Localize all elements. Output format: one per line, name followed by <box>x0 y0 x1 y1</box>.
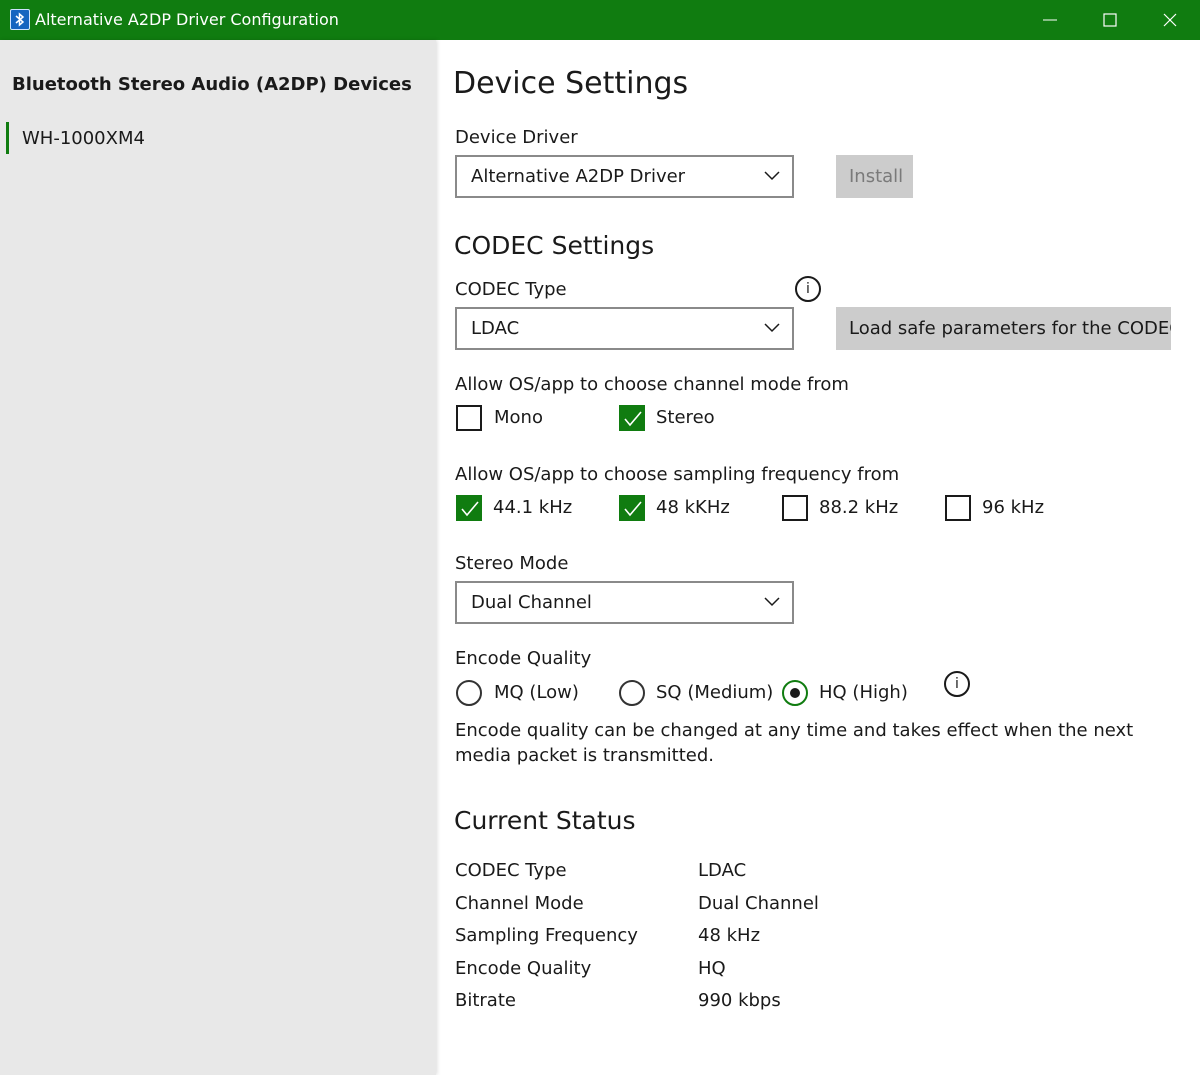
status-value: LDAC <box>698 860 747 881</box>
sampling-frequency-label: Allow OS/app to choose sampling frequenc… <box>455 464 900 485</box>
bluetooth-app-icon <box>10 9 30 30</box>
mono-checkbox[interactable] <box>456 405 482 431</box>
stereo-checkbox[interactable] <box>619 405 645 431</box>
mono-label: Mono <box>494 407 543 428</box>
chevron-down-icon <box>764 171 780 181</box>
maximize-icon <box>1103 13 1117 27</box>
freq-88-checkbox[interactable] <box>782 495 808 521</box>
chevron-down-icon <box>764 597 780 607</box>
load-safe-parameters-label: Load safe parameters for the CODEC <box>849 318 1171 339</box>
status-key: Sampling Frequency <box>455 925 638 946</box>
encode-quality-note: Encode quality can be changed at any tim… <box>455 720 1134 766</box>
title-bar: Alternative A2DP Driver Configuration <box>0 0 1200 40</box>
freq-96-label: 96 kHz <box>982 497 1045 518</box>
device-driver-dropdown[interactable]: Alternative A2DP Driver <box>455 155 794 198</box>
page-title: Device Settings <box>453 66 689 101</box>
freq-48-checkbox[interactable] <box>619 495 645 521</box>
mq-radio[interactable] <box>456 680 482 706</box>
freq-48-label: 48 kKHz <box>656 497 730 518</box>
install-button[interactable]: Install <box>836 155 913 198</box>
encode-quality-label: Encode Quality <box>455 648 592 669</box>
freq-96-checkbox[interactable] <box>945 495 971 521</box>
codec-type-dropdown[interactable]: LDAC <box>455 307 794 350</box>
sidebar-item-device[interactable]: WH-1000XM4 <box>6 122 436 154</box>
checkmark-icon <box>624 411 642 427</box>
sidebar-item-label: WH-1000XM4 <box>22 128 145 149</box>
sidebar: Bluetooth Stereo Audio (A2DP) Devices WH… <box>0 40 436 1075</box>
status-key: Bitrate <box>455 990 516 1011</box>
chevron-down-icon <box>764 323 780 333</box>
stereo-label: Stereo <box>656 407 715 428</box>
info-glyph: i <box>806 281 810 297</box>
channel-mode-label: Allow OS/app to choose channel mode from <box>455 374 849 395</box>
current-status-heading: Current Status <box>454 806 636 835</box>
codec-type-value: LDAC <box>471 318 520 339</box>
close-button[interactable] <box>1140 0 1200 40</box>
device-driver-label: Device Driver <box>455 127 578 148</box>
window-title: Alternative A2DP Driver Configuration <box>35 10 339 29</box>
stereo-mode-dropdown[interactable]: Dual Channel <box>455 581 794 624</box>
install-button-label: Install <box>849 166 904 187</box>
sq-radio[interactable] <box>619 680 645 706</box>
codec-info-icon[interactable]: i <box>795 276 821 302</box>
status-key: Channel Mode <box>455 893 584 914</box>
freq-44-checkbox[interactable] <box>456 495 482 521</box>
mq-label: MQ (Low) <box>494 682 579 703</box>
codec-settings-heading: CODEC Settings <box>454 231 655 260</box>
status-value: 48 kHz <box>698 925 761 946</box>
sidebar-title: Bluetooth Stereo Audio (A2DP) Devices <box>12 74 412 95</box>
radio-dot <box>790 688 800 698</box>
close-icon <box>1163 13 1177 27</box>
status-value: HQ <box>698 958 726 979</box>
sq-label: SQ (Medium) <box>656 682 774 703</box>
checkmark-icon <box>461 501 479 517</box>
load-safe-parameters-button[interactable]: Load safe parameters for the CODEC <box>836 307 1171 350</box>
status-value: 990 kbps <box>698 990 781 1011</box>
device-driver-value: Alternative A2DP Driver <box>471 166 686 187</box>
info-glyph: i <box>955 676 959 692</box>
hq-label: HQ (High) <box>819 682 908 703</box>
checkmark-icon <box>624 501 642 517</box>
hq-radio[interactable] <box>782 680 808 706</box>
stereo-mode-value: Dual Channel <box>471 592 592 613</box>
maximize-button[interactable] <box>1080 0 1140 40</box>
freq-44-label: 44.1 kHz <box>493 497 573 518</box>
status-key: CODEC Type <box>455 860 567 881</box>
status-key: Encode Quality <box>455 958 592 979</box>
stereo-mode-label: Stereo Mode <box>455 553 569 574</box>
encode-quality-info-icon[interactable]: i <box>944 671 970 697</box>
minimize-button[interactable] <box>1020 0 1080 40</box>
minimize-icon <box>1043 19 1057 21</box>
status-value: Dual Channel <box>698 893 819 914</box>
codec-type-label: CODEC Type <box>455 279 567 300</box>
freq-88-label: 88.2 kHz <box>819 497 899 518</box>
selection-indicator <box>6 122 9 154</box>
